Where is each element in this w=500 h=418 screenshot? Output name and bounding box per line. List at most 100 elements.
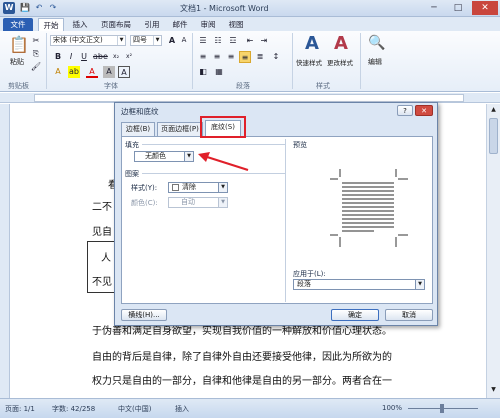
decrease-indent-icon[interactable]: ⇤ (244, 35, 256, 47)
font-size-combo[interactable]: 四号 ▼ (130, 35, 162, 46)
italic-icon[interactable]: I (65, 51, 77, 63)
text-effects-icon[interactable]: A (52, 66, 64, 78)
zoom-level[interactable]: 100% (382, 404, 402, 412)
paste-icon[interactable]: 📋 (9, 35, 29, 54)
chevron-down-icon[interactable]: ▼ (153, 36, 161, 45)
tab-borders[interactable]: 边框(B) (121, 122, 155, 136)
increase-indent-icon[interactable]: ⇥ (258, 35, 270, 47)
tab-review[interactable]: 审阅 (196, 18, 220, 31)
pattern-color-select[interactable]: 自动 ▼ (168, 197, 228, 208)
fill-color-select[interactable]: 无颜色 ▼ (134, 151, 194, 162)
tab-references[interactable]: 引用 (140, 18, 164, 31)
window-title: 文档1 - Microsoft Word (180, 4, 269, 13)
borders-shading-dialog: 边框和底纹 ? ✕ 边框(B) 页面边框(P) 底纹(S) 填充 无颜色 ▼ 图… (114, 102, 438, 326)
divider (285, 139, 286, 302)
doc-line: 权力只是自由的一部分，自律和他律是自由的另一部分。两者合在一 (92, 376, 392, 387)
cancel-button[interactable]: 取消 (385, 309, 433, 321)
close-button[interactable]: ✕ (472, 1, 498, 15)
dialog-close-button[interactable]: ✕ (415, 105, 433, 116)
status-language[interactable]: 中文(中国) (118, 404, 151, 414)
align-right-icon[interactable]: ≡ (225, 51, 237, 63)
pattern-color-value: 自动 (181, 198, 195, 206)
strikethrough-icon[interactable]: abe (93, 51, 108, 63)
tab-view[interactable]: 视图 (224, 18, 248, 31)
word-logo-icon[interactable]: W (3, 2, 15, 14)
divider (142, 144, 286, 145)
undo-icon[interactable]: ↶ (33, 2, 45, 14)
subscript-icon[interactable]: x₂ (110, 51, 122, 63)
bold-icon[interactable]: B (52, 51, 64, 63)
chevron-down-icon[interactable]: ▼ (117, 36, 125, 45)
fill-label: 填充 (125, 141, 139, 149)
fill-color-value: 无颜色 (145, 152, 166, 160)
quick-styles-label[interactable]: 快速样式 (296, 57, 322, 67)
preview-label: 预览 (293, 141, 307, 149)
borders-icon[interactable]: ▦ (213, 66, 225, 78)
change-styles-icon[interactable]: A (334, 33, 348, 54)
font-name-combo[interactable]: 宋体 (中文正文) ▼ (50, 35, 126, 46)
highlight-icon[interactable]: ab (68, 66, 80, 78)
format-painter-icon[interactable]: 🖌 (30, 61, 42, 73)
distributed-icon[interactable]: ≣ (254, 51, 266, 63)
ok-button[interactable]: 确定 (331, 309, 379, 321)
tab-file[interactable]: 文件 (3, 18, 33, 31)
cut-icon[interactable]: ✂ (30, 35, 42, 47)
align-left-icon[interactable]: ≡ (197, 51, 209, 63)
paste-button-label[interactable]: 粘贴 (10, 57, 24, 67)
multilevel-list-icon[interactable]: ☲ (227, 35, 239, 47)
shading-icon[interactable]: ◧ (197, 66, 209, 78)
minimize-button[interactable]: ─ (422, 1, 446, 15)
tab-insert[interactable]: 插入 (68, 18, 92, 31)
title-bar: W 💾 ↶ ↷ 文档1 - Microsoft Word ─ □ ✕ (0, 0, 500, 17)
vertical-ruler[interactable] (0, 104, 10, 398)
line-spacing-icon[interactable]: ↕ (270, 51, 282, 63)
status-mode[interactable]: 插入 (175, 404, 189, 414)
separator (360, 33, 361, 89)
copy-icon[interactable]: ⎘ (30, 48, 42, 60)
chevron-down-icon[interactable]: ▼ (218, 183, 227, 192)
numbering-icon[interactable]: ☷ (212, 35, 224, 47)
doc-line: 人 (101, 253, 111, 264)
bullets-icon[interactable]: ☰ (197, 35, 209, 47)
change-styles-label[interactable]: 更改样式 (327, 57, 353, 67)
find-icon[interactable]: 🔍 (368, 35, 385, 51)
chevron-down-icon[interactable]: ▼ (415, 280, 424, 289)
font-name-value: 宋体 (中文正文) (53, 36, 103, 44)
status-words[interactable]: 字数: 42/258 (52, 404, 95, 414)
align-center-icon[interactable]: ≡ (211, 51, 223, 63)
quick-styles-icon[interactable]: A (305, 33, 319, 54)
help-button[interactable]: ? (397, 105, 413, 116)
font-size-value: 四号 (133, 36, 147, 44)
scroll-up-icon[interactable]: ▲ (489, 106, 498, 115)
tab-home[interactable]: 开始 (38, 18, 64, 31)
underline-icon[interactable]: U (78, 51, 90, 63)
grow-font-icon[interactable]: A (166, 35, 178, 47)
scroll-down-icon[interactable]: ▼ (489, 386, 498, 395)
group-paragraph: 段落 (236, 82, 250, 90)
char-border-icon[interactable]: A (118, 66, 130, 78)
vertical-scrollbar[interactable]: ▲ ▼ (486, 104, 500, 398)
justify-icon[interactable]: ≡ (239, 51, 251, 63)
status-page[interactable]: 页面: 1/1 (5, 404, 35, 414)
scroll-thumb[interactable] (489, 118, 498, 154)
zoom-slider-thumb[interactable] (440, 404, 444, 413)
maximize-button[interactable]: □ (446, 1, 470, 15)
font-color-icon[interactable]: A (86, 66, 98, 78)
save-icon[interactable]: 💾 (19, 2, 31, 14)
horizontal-line-button[interactable]: 横线(H)... (121, 309, 167, 321)
chevron-down-icon[interactable]: ▼ (184, 152, 193, 161)
tab-page-border[interactable]: 页面边框(P) (157, 122, 203, 136)
shrink-font-icon[interactable]: A (178, 35, 190, 47)
editing-label[interactable]: 编辑 (368, 57, 382, 67)
preview-box (330, 169, 408, 247)
tab-mailings[interactable]: 邮件 (168, 18, 192, 31)
tab-page-layout[interactable]: 页面布局 (96, 18, 136, 31)
pattern-style-select[interactable]: 清除 ▼ (168, 182, 228, 193)
chevron-down-icon[interactable]: ▼ (218, 198, 227, 207)
apply-to-select[interactable]: 段落 ▼ (293, 279, 425, 290)
char-shading-icon[interactable]: A (103, 66, 115, 78)
highlight-box (200, 116, 246, 138)
redo-icon[interactable]: ↷ (47, 2, 59, 14)
ribbon: 📋 粘贴 ✂ ⎘ 🖌 剪贴板 宋体 (中文正文) ▼ 四号 ▼ A A B I U … (0, 31, 500, 92)
superscript-icon[interactable]: x² (123, 51, 135, 63)
